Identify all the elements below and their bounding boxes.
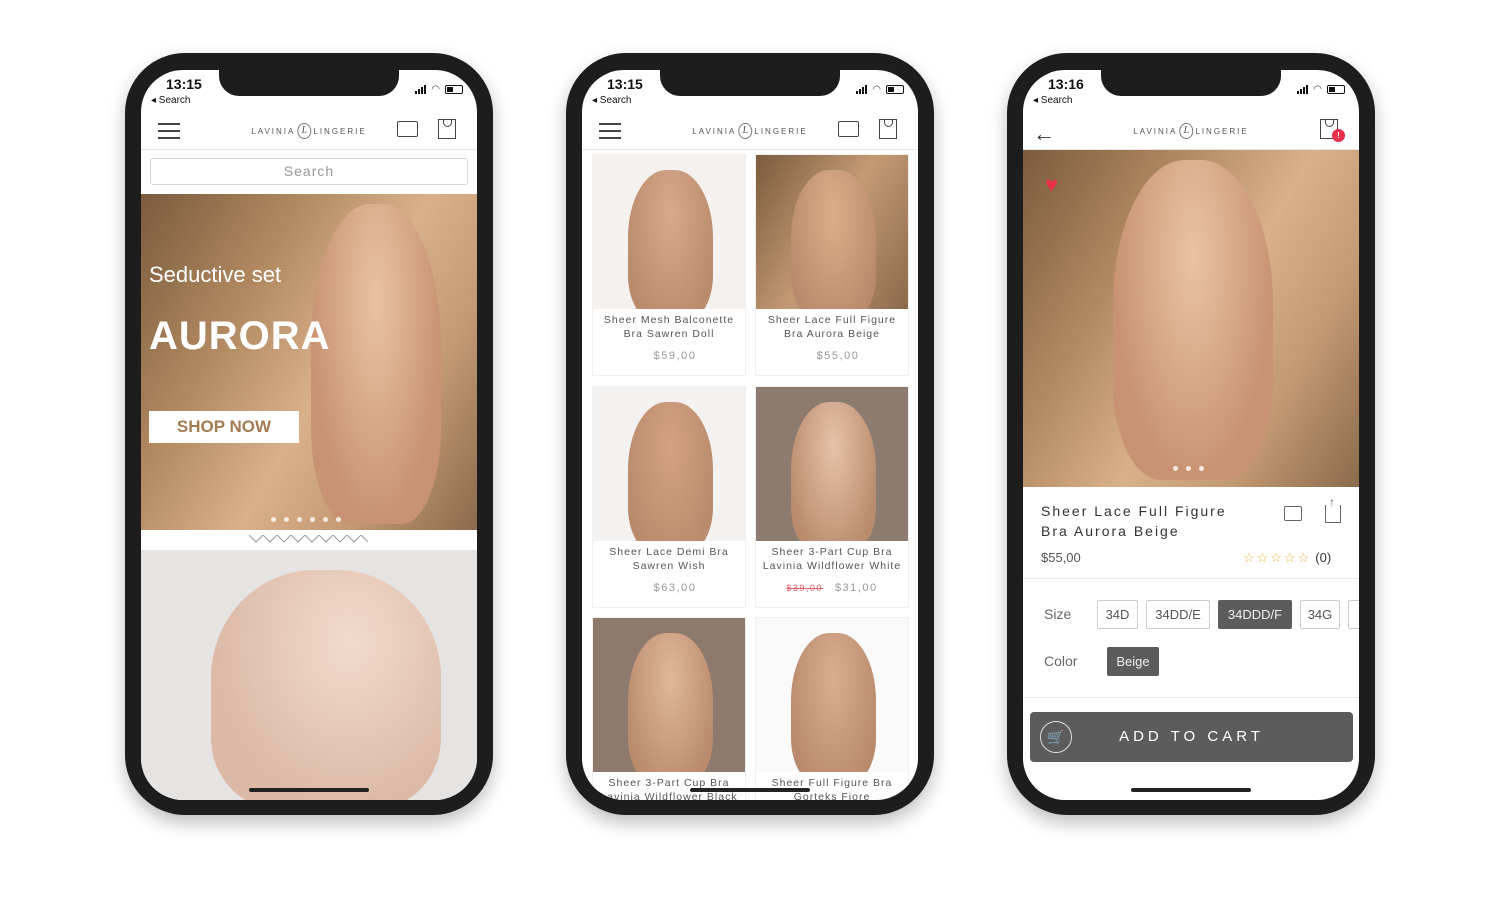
catalog-screen: 13:15 ◂ Search ◠ LAVINIA L LINGERIE Sheer … (582, 70, 918, 800)
size-option[interactable]: 34DDD/F (1218, 600, 1292, 629)
brand-logo[interactable]: LAVINIA L LINGERIE (692, 123, 807, 139)
brand-logo[interactable]: LAVINIA L LINGERIE (251, 123, 366, 139)
rating-stars[interactable]: ☆☆☆☆☆ (0) (1243, 550, 1331, 566)
color-label: Color (1044, 653, 1078, 669)
product-price: $63,00 (653, 582, 697, 594)
signal-icon (415, 85, 427, 94)
product-price: $55,00 (816, 350, 860, 362)
cart-icon: 🛒 (1040, 721, 1072, 753)
cart-badge: ! (1332, 129, 1345, 142)
home-indicator (1131, 788, 1251, 792)
hero-model-image (311, 204, 441, 524)
status-time: 13:15 (607, 76, 643, 92)
wifi-icon: ◠ (872, 84, 881, 95)
product-image (593, 618, 745, 772)
shop-now-button[interactable]: SHOP NOW (149, 411, 299, 443)
back-arrow-icon[interactable]: ← (1033, 121, 1055, 147)
zigzag-divider (249, 535, 369, 543)
product-name: Sheer 3-Part Cup Bra Lavinia Wildflower W… (762, 546, 902, 572)
divider (1023, 697, 1359, 698)
product-card[interactable]: Sheer 3-Part Cup Bra Lavinia Wildflower W… (755, 386, 909, 608)
back-to-search-link[interactable]: ◂ Search (592, 95, 631, 106)
wifi-icon: ◠ (431, 84, 440, 95)
product-card[interactable]: Sheer 3-Part Cup Bra Lavinia Wildflower B… (592, 617, 746, 800)
hero-title: AURORA (149, 314, 331, 358)
promo-image[interactable] (141, 550, 477, 800)
size-option[interactable]: 34G (1300, 600, 1340, 629)
product-card[interactable]: Sheer Mesh Balconette Bra Sawren Doll $59… (592, 154, 746, 376)
product-price: $39,00 $31,00 (786, 582, 878, 594)
carousel-dots[interactable] (1173, 466, 1204, 471)
size-option[interactable]: 34DD/E (1146, 600, 1210, 629)
color-option-beige[interactable]: Beige (1107, 647, 1159, 676)
product-title: Sheer Lace Full Figure Bra Aurora Beige (1041, 503, 1227, 539)
product-image (756, 155, 908, 309)
product-name: Sheer Mesh Balconette Bra Sawren Doll (603, 314, 735, 340)
phone-product: 13:16 ◂ Search ◠ ← LAVINIA L LINGERIE ! ♥ … (1007, 53, 1375, 815)
chat-icon[interactable] (1284, 506, 1302, 521)
menu-icon[interactable] (599, 123, 621, 144)
status-icons: ◠ (1297, 84, 1345, 95)
battery-icon (445, 85, 463, 94)
share-icon[interactable] (1325, 495, 1341, 523)
product-screen: 13:16 ◂ Search ◠ ← LAVINIA L LINGERIE ! ♥ … (1023, 70, 1359, 800)
signal-icon (856, 85, 868, 94)
product-card[interactable]: Sheer Lace Demi Bra Sawren Wish $63,00 (592, 386, 746, 608)
favorite-heart-icon[interactable]: ♥ (1045, 172, 1058, 198)
phone-home: 13:15 ◂ Search ◠ LAVINIA L LINGERIE Search… (125, 53, 493, 815)
product-image (756, 618, 908, 772)
shopping-bag-icon[interactable] (438, 119, 456, 139)
battery-icon (1327, 85, 1345, 94)
product-image (756, 387, 908, 541)
size-option[interactable]: 3 (1348, 600, 1359, 629)
product-model-image (1113, 160, 1273, 480)
shopping-bag-icon[interactable] (879, 119, 897, 139)
nav-bar: LAVINIA L LINGERIE (582, 115, 918, 150)
battery-icon (886, 85, 904, 94)
carousel-dots[interactable] (271, 517, 341, 522)
product-image (593, 155, 745, 309)
home-indicator (249, 788, 369, 792)
product-price: $55,00 (1041, 550, 1081, 565)
status-icons: ◠ (415, 84, 463, 95)
product-name: Sheer Lace Full Figure Bra Aurora Beige (767, 314, 897, 340)
product-image (593, 387, 745, 541)
nav-bar: LAVINIA L LINGERIE (141, 115, 477, 150)
nav-bar: ← LAVINIA L LINGERIE ! (1023, 115, 1359, 150)
product-card[interactable]: Sheer Lace Full Figure Bra Aurora Beige $… (755, 154, 909, 376)
chat-icon[interactable] (838, 121, 859, 137)
brand-logo[interactable]: LAVINIA L LINGERIE (1133, 123, 1248, 139)
notch (660, 70, 840, 96)
hero-banner[interactable]: Seductive set AURORA SHOP NOW (141, 194, 477, 530)
back-to-search-link[interactable]: ◂ Search (1033, 95, 1072, 106)
status-icons: ◠ (856, 84, 904, 95)
phone-catalog: 13:15 ◂ Search ◠ LAVINIA L LINGERIE Sheer … (566, 53, 934, 815)
status-time: 13:15 (166, 76, 202, 92)
product-image-gallery[interactable]: ♥ (1023, 150, 1359, 487)
size-label: Size (1044, 606, 1072, 622)
size-option[interactable]: 34D (1097, 600, 1138, 629)
hero-subtitle: Seductive set (149, 262, 282, 287)
search-input[interactable]: Search (150, 158, 468, 185)
review-count: (0) (1315, 550, 1332, 565)
product-card[interactable]: Sheer Full Figure Bra Gorteks Fiore (755, 617, 909, 800)
notch (1101, 70, 1281, 96)
status-time: 13:16 (1048, 76, 1084, 92)
chat-icon[interactable] (397, 121, 418, 137)
home-indicator (690, 788, 810, 792)
product-name: Sheer Lace Demi Bra Sawren Wish (609, 546, 729, 572)
add-to-cart-button[interactable]: 🛒 ADD TO CART (1030, 712, 1353, 762)
menu-icon[interactable] (158, 123, 180, 144)
wifi-icon: ◠ (1313, 84, 1322, 95)
back-to-search-link[interactable]: ◂ Search (151, 95, 190, 106)
signal-icon (1297, 85, 1309, 94)
product-price: $59,00 (653, 350, 697, 362)
divider (1023, 578, 1359, 579)
original-price: $39,00 (786, 583, 823, 593)
home-screen: 13:15 ◂ Search ◠ LAVINIA L LINGERIE Search… (141, 70, 477, 800)
notch (219, 70, 399, 96)
